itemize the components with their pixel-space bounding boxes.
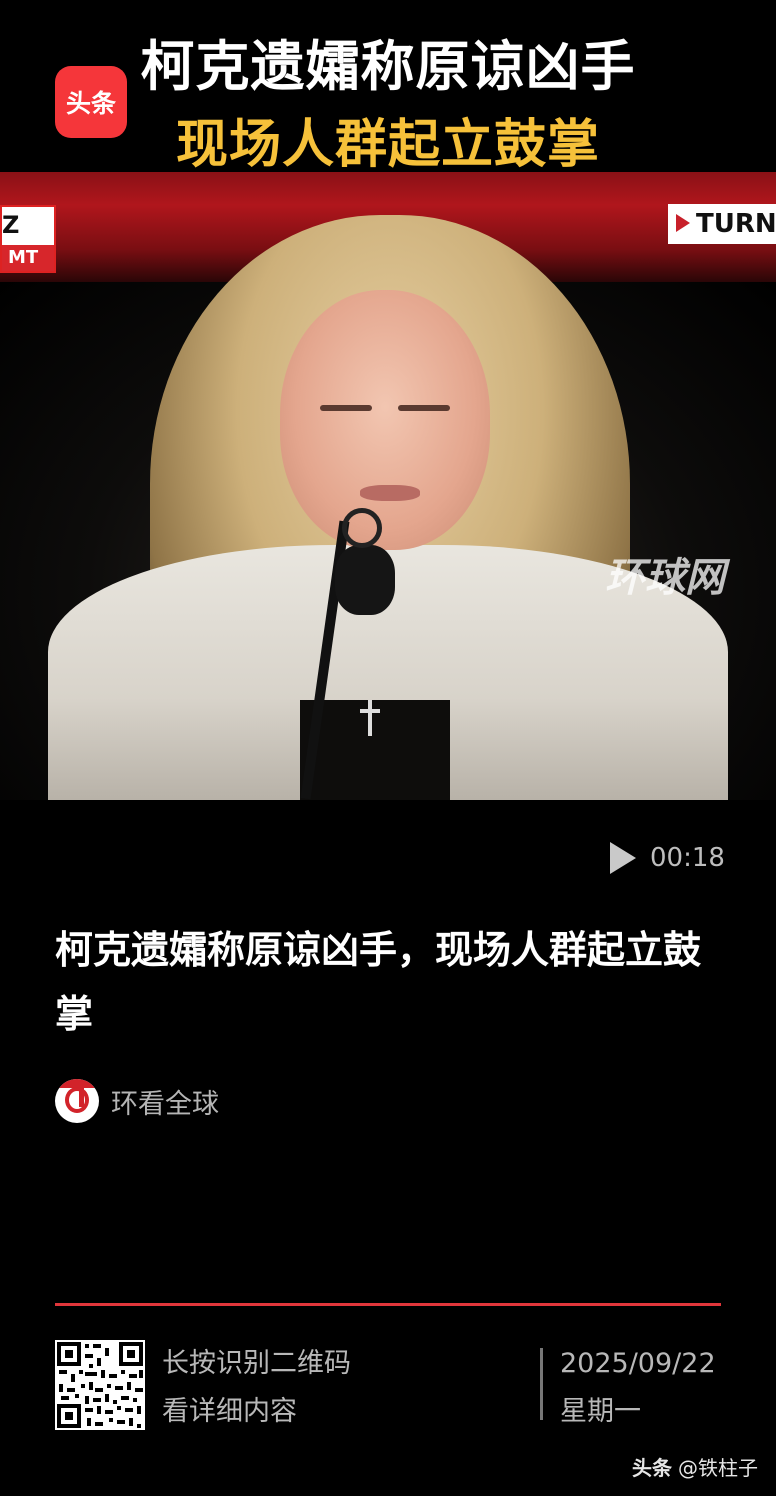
- author-name[interactable]: 环看全球: [111, 1082, 219, 1121]
- qr-code[interactable]: [55, 1340, 145, 1430]
- qr-line2: 看详细内容: [162, 1396, 297, 1427]
- toutiao-logo: 头条: [55, 66, 127, 138]
- footer-brand: 头条: [632, 1456, 672, 1480]
- qr-code-icon: [55, 1340, 145, 1430]
- news-chyron-right: TURN: [668, 204, 776, 244]
- weekday-text: 星期一: [560, 1396, 641, 1427]
- speaker-face: [280, 290, 490, 550]
- news-chyron-left: Z MT: [0, 205, 56, 273]
- vertical-divider: [540, 1348, 543, 1420]
- qr-line1: 长按识别二维码: [162, 1348, 351, 1379]
- mouth: [360, 485, 420, 501]
- eye-left: [320, 405, 372, 411]
- chyron-left-top-text: Z: [2, 211, 20, 239]
- author-avatar[interactable]: [55, 1079, 99, 1123]
- video-thumbnail[interactable]: 柯克遗孀称原谅凶手 现场人群起立鼓掌 头条 Z MT TURN 环球网: [0, 0, 776, 800]
- microphone: [335, 545, 395, 615]
- eye-right: [398, 405, 450, 411]
- footer-attribution: 头条 @铁柱子: [632, 1452, 758, 1481]
- chyron-left-bottom-text: MT: [2, 245, 54, 271]
- date-block: 2025/09/22 星期一: [560, 1340, 716, 1436]
- music-note-stem: [79, 1085, 84, 1107]
- qr-instructions: 长按识别二维码 看详细内容: [162, 1340, 351, 1436]
- footer-handle: @铁柱子: [678, 1456, 758, 1480]
- duration-text: 00:18: [650, 843, 725, 873]
- video-duration[interactable]: 00:18: [610, 838, 725, 878]
- microphone-clip: [342, 508, 382, 548]
- date-text: 2025/09/22: [560, 1348, 716, 1379]
- author-row[interactable]: 环看全球: [55, 1078, 219, 1124]
- play-icon[interactable]: [610, 842, 636, 874]
- play-triangle-icon: [676, 214, 690, 232]
- music-note-icon: [65, 1087, 89, 1113]
- video-watermark: 环球网: [605, 555, 725, 601]
- cross-necklace-icon: [360, 700, 380, 736]
- article-title[interactable]: 柯克遗孀称原谅凶手，现场人群起立鼓掌: [55, 918, 721, 1046]
- red-divider: [55, 1303, 721, 1306]
- chyron-right-text: TURN: [696, 209, 776, 239]
